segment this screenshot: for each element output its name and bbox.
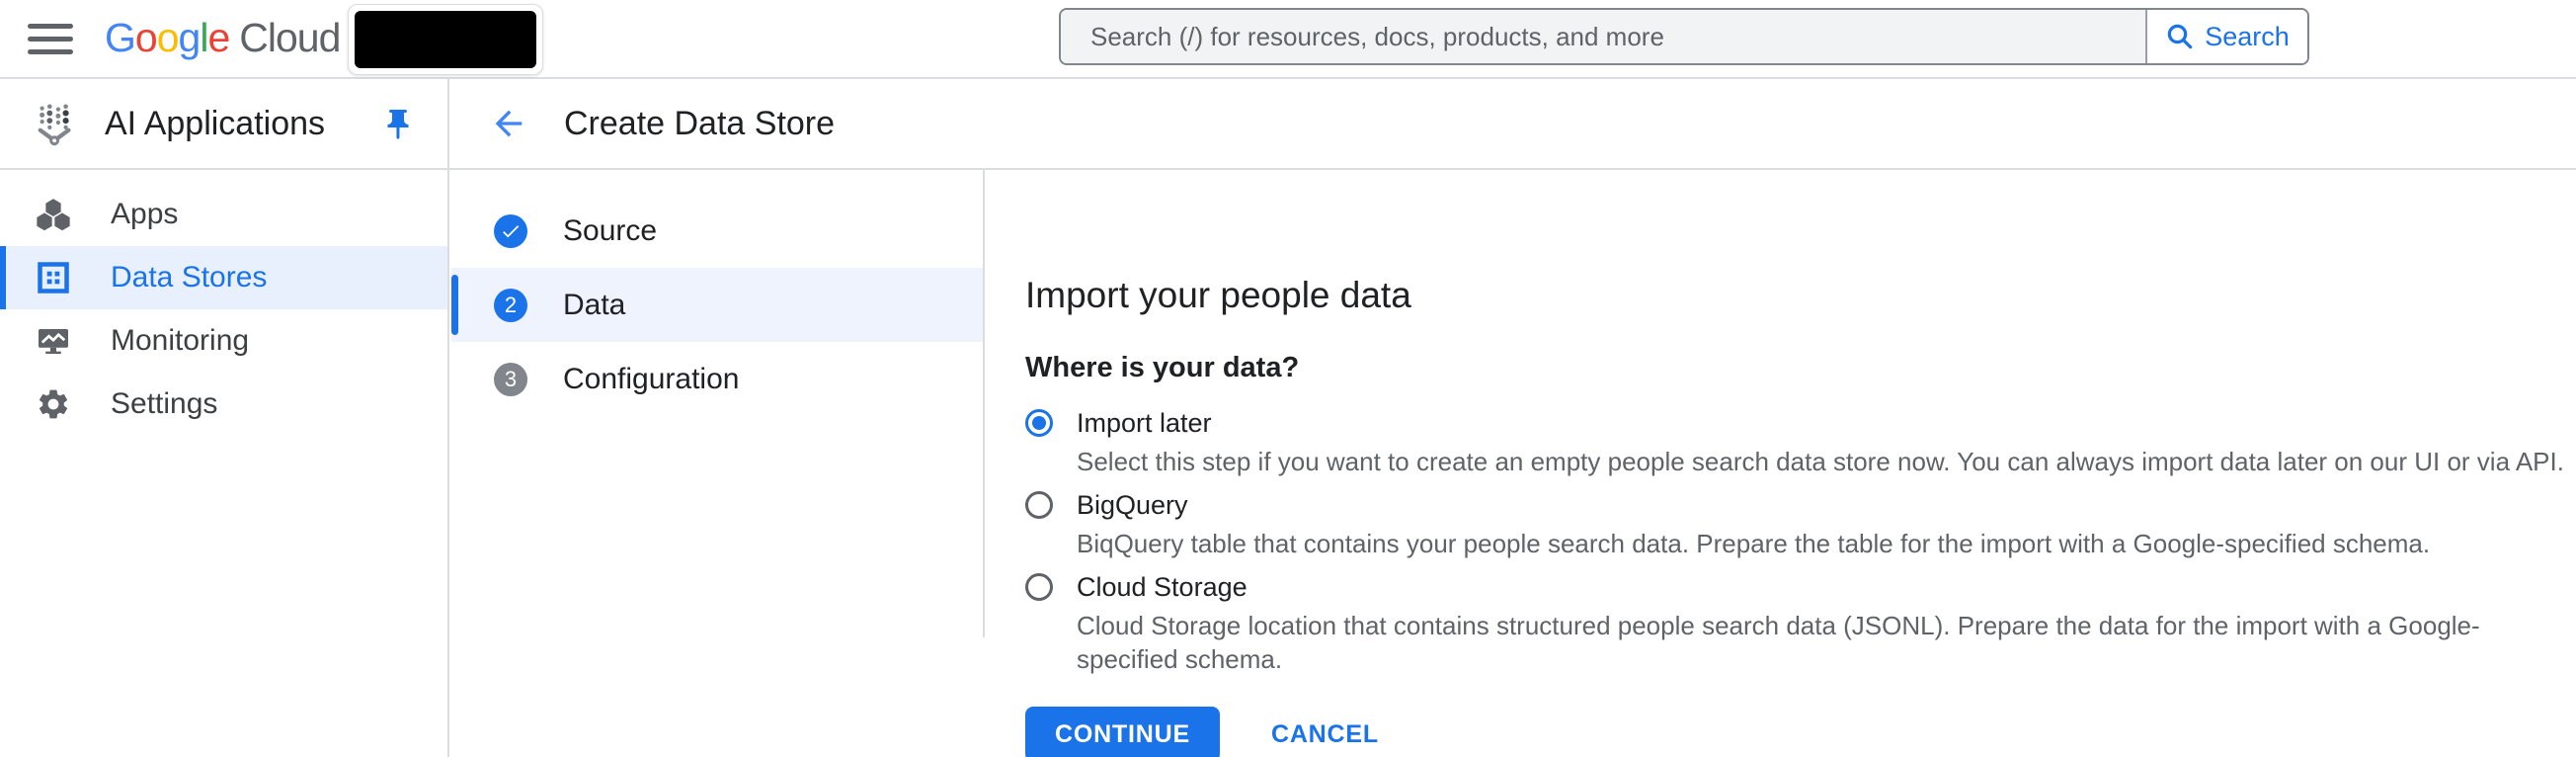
step-completed-check-icon xyxy=(494,214,527,248)
option-body: Cloud Storage Cloud Storage location tha… xyxy=(1077,570,2576,676)
logo-letter: o xyxy=(157,15,179,61)
sidebar-item-monitoring[interactable]: Monitoring xyxy=(0,309,447,373)
option-cloud-storage: Cloud Storage Cloud Storage location tha… xyxy=(1025,570,2576,676)
radio-dot xyxy=(1032,416,1046,430)
option-label[interactable]: Import later xyxy=(1077,406,2564,440)
ai-applications-icon xyxy=(34,101,79,146)
option-body: BigQuery BiqQuery table that contains yo… xyxy=(1077,488,2430,560)
option-description: Cloud Storage location that contains str… xyxy=(1077,609,2576,676)
main-content: Import your people data Where is your da… xyxy=(985,170,2576,757)
pin-icon[interactable] xyxy=(380,107,416,142)
data-source-options: Import later Select this step if you wan… xyxy=(1025,406,2576,676)
sidebar-item-label: Monitoring xyxy=(111,324,249,358)
section-title: Import your people data xyxy=(1025,275,2576,316)
menu-icon[interactable] xyxy=(28,24,73,55)
option-label[interactable]: BigQuery xyxy=(1077,488,2430,522)
radio-import-later[interactable] xyxy=(1025,409,1053,437)
question-heading: Where is your data? xyxy=(1025,352,2576,384)
sidebar-item-apps[interactable]: Apps xyxy=(0,183,447,246)
search-button-label: Search xyxy=(2205,22,2290,52)
step-label: Configuration xyxy=(563,363,739,396)
apps-icon xyxy=(36,197,71,232)
search-button[interactable]: Search xyxy=(2145,10,2307,63)
step-number-badge: 3 xyxy=(494,363,527,396)
wizard-actions: CONTINUE CANCEL xyxy=(1025,707,2576,757)
product-title: AI Applications xyxy=(105,105,325,143)
search-icon xyxy=(2165,22,2195,51)
product-header: AI Applications xyxy=(0,79,449,168)
sidebar-item-label: Apps xyxy=(111,198,178,231)
logo-letter: G xyxy=(105,15,135,61)
option-body: Import later Select this step if you wan… xyxy=(1077,406,2564,478)
step-label: Source xyxy=(563,214,657,248)
sidebar-item-data-stores[interactable]: Data Stores xyxy=(0,246,447,309)
sidebar: Apps Data Stores Monitoring xyxy=(0,170,449,757)
sidebar-item-settings[interactable]: Settings xyxy=(0,373,447,436)
sidebar-item-label: Settings xyxy=(111,387,217,421)
header-row: AI Applications Create Data Store xyxy=(0,79,2576,170)
step-label: Data xyxy=(563,289,625,322)
option-description: Select this step if you want to create a… xyxy=(1077,445,2564,478)
option-description: BiqQuery table that contains your people… xyxy=(1077,527,2430,560)
top-bar: G o o g l e Cloud Search xyxy=(0,0,2576,79)
logo-letter: e xyxy=(207,15,229,61)
cancel-button[interactable]: CANCEL xyxy=(1265,719,1385,750)
monitoring-icon xyxy=(36,323,71,359)
page-title: Create Data Store xyxy=(564,105,835,143)
option-label[interactable]: Cloud Storage xyxy=(1077,570,2576,604)
data-stores-icon xyxy=(36,260,71,295)
global-search: Search xyxy=(1059,8,2309,65)
app-window: G o o g l e Cloud Search xyxy=(0,0,2576,757)
gear-icon xyxy=(36,386,71,422)
project-name-redacted xyxy=(355,11,536,68)
continue-button[interactable]: CONTINUE xyxy=(1025,707,1220,757)
wizard-steps: Source 2 Data 3 Configuration xyxy=(451,170,983,416)
logo-letter: o xyxy=(135,15,157,61)
search-input[interactable] xyxy=(1061,10,2145,63)
back-arrow-icon[interactable] xyxy=(489,104,528,143)
step-configuration[interactable]: 3 Configuration xyxy=(451,342,983,416)
option-bigquery: BigQuery BiqQuery table that contains yo… xyxy=(1025,488,2576,560)
step-source[interactable]: Source xyxy=(451,194,983,268)
radio-bigquery[interactable] xyxy=(1025,491,1053,519)
logo-letter: g xyxy=(179,15,201,61)
option-import-later: Import later Select this step if you wan… xyxy=(1025,406,2576,478)
google-cloud-logo[interactable]: G o o g l e Cloud xyxy=(105,15,340,61)
radio-cloud-storage[interactable] xyxy=(1025,573,1053,601)
project-selector[interactable] xyxy=(348,4,543,75)
step-number-badge: 2 xyxy=(494,289,527,322)
logo-cloud-text: Cloud xyxy=(239,15,340,61)
step-data[interactable]: 2 Data xyxy=(451,268,983,342)
logo-letter: l xyxy=(200,15,207,61)
page-header: Create Data Store xyxy=(449,79,2576,168)
sidebar-item-label: Data Stores xyxy=(111,261,267,294)
